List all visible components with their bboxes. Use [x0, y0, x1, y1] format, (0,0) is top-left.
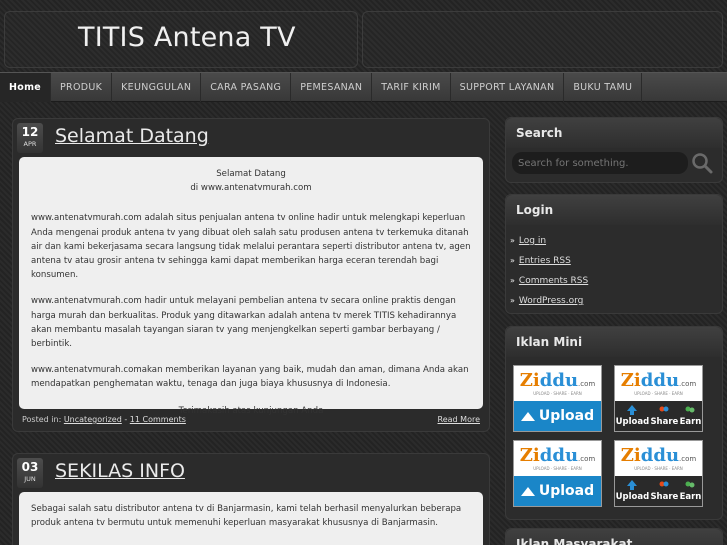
- nav-item-pemesanan[interactable]: PEMESANAN: [291, 73, 373, 102]
- ziddu-logo: Ziddu.com UPLOAD · SHARE · EARN: [519, 445, 596, 471]
- meta-separator: -: [121, 415, 130, 424]
- banner-upload-bar: Upload: [514, 401, 601, 431]
- wordpress-org-link[interactable]: WordPress.org: [519, 296, 583, 306]
- login-widget: Login » Log in » Entries RSS » Comments RSS…: [505, 194, 723, 314]
- post-meta: Posted in: Uncategorized - 11 Comments: [22, 409, 186, 431]
- banner-action-bar: Upload Share Earn: [615, 476, 702, 506]
- bullet-icon: »: [510, 236, 515, 245]
- bullet-icon: »: [510, 296, 515, 305]
- post-title-link[interactable]: Selamat Datang: [55, 125, 209, 147]
- post-greeting-site: di www.antenatvmurah.com: [190, 183, 312, 194]
- iklan-mini-title: Iklan Mini: [506, 327, 722, 357]
- post-selamat-datang: 12 APR Selamat Datang Selamat Datang di …: [12, 118, 490, 432]
- nav-item-buku-tamu[interactable]: BUKU TAMU: [564, 73, 643, 102]
- search-form: [506, 148, 722, 182]
- upload-icon: [627, 405, 638, 415]
- share-icon: [659, 406, 669, 412]
- nav-item-tarif-kirim[interactable]: TARIF KIRIM: [372, 73, 451, 102]
- share-icon: [659, 481, 669, 487]
- ziddu-share-banner[interactable]: Ziddu.com UPLOAD · SHARE · EARN Upload S…: [614, 440, 703, 507]
- post-date: 03 JUN: [17, 458, 43, 488]
- site-title[interactable]: TITIS Antena TV: [78, 22, 296, 53]
- bullet-icon: »: [510, 256, 515, 265]
- entries-rss-link[interactable]: Entries RSS: [519, 256, 571, 266]
- search-widget-title: Search: [506, 118, 722, 148]
- post-header: 03 JUN SEKILAS INFO: [13, 454, 489, 492]
- nav-item-support-layanan[interactable]: SUPPORT LAYANAN: [451, 73, 565, 102]
- earn-icon: [685, 406, 695, 413]
- comments-rss-link[interactable]: Comments RSS: [519, 276, 588, 286]
- post-title-link[interactable]: SEKILAS INFO: [55, 460, 185, 482]
- list-item: » WordPress.org: [510, 291, 722, 311]
- post-content: Sebagai salah satu distributor antena tv…: [19, 492, 483, 545]
- posted-in-label: Posted in:: [22, 415, 62, 424]
- category-link[interactable]: Uncategorized: [64, 415, 122, 424]
- post-date: 12 APR: [17, 123, 43, 153]
- iklan-masyarakat-title: Iklan Masyarakat: [506, 529, 722, 545]
- post-content: Selamat Datang di www.antenatvmurah.com …: [19, 157, 483, 416]
- banner-upload-bar: Upload: [514, 476, 601, 506]
- login-links: » Log in » Entries RSS » Comments RSS » Word…: [506, 225, 722, 315]
- post-paragraph: www.antenatvmurah.com adalah situs penju…: [31, 213, 471, 281]
- search-input[interactable]: [512, 152, 688, 174]
- list-item: » Log in: [510, 231, 722, 251]
- read-more-link[interactable]: Read More: [438, 409, 480, 431]
- post-date-month: JUN: [24, 475, 36, 483]
- post-date-month: APR: [23, 140, 37, 148]
- list-item: » Entries RSS: [510, 251, 722, 271]
- ziddu-upload-banner[interactable]: Ziddu.com UPLOAD · SHARE · EARN Upload: [513, 365, 602, 432]
- post-greeting: Selamat Datang: [216, 169, 286, 179]
- post-date-day: 12: [21, 125, 39, 139]
- ziddu-share-banner[interactable]: Ziddu.com UPLOAD · SHARE · EARN Upload S…: [614, 365, 703, 432]
- iklan-mini-widget: Iklan Mini Ziddu.com UPLOAD · SHARE · EA…: [505, 326, 723, 520]
- search-icon[interactable]: [690, 151, 714, 175]
- nav-item-home[interactable]: Home: [0, 73, 52, 102]
- log-in-link[interactable]: Log in: [519, 236, 546, 246]
- list-item: » Comments RSS: [510, 271, 722, 291]
- banner-action-bar: Upload Share Earn: [615, 401, 702, 431]
- earn-icon: [685, 481, 695, 488]
- post-date-day: 03: [21, 460, 39, 474]
- post-paragraph: www.antenatvmurah.com hadir untuk melaya…: [31, 296, 457, 350]
- post-paragraph: www.antenatvmurah.comakan memberikan lay…: [31, 365, 469, 390]
- ziddu-logo: Ziddu.com UPLOAD · SHARE · EARN: [620, 445, 697, 471]
- post-paragraph: Sebagai salah satu distributor antena tv…: [31, 504, 462, 529]
- main-nav: Home PRODUK KEUNGGULAN CARA PASANG PEMES…: [0, 72, 727, 102]
- post-sekilas-info: 03 JUN SEKILAS INFO Sebagai salah satu d…: [12, 453, 490, 545]
- ziddu-upload-banner[interactable]: Ziddu.com UPLOAD · SHARE · EARN Upload: [513, 440, 602, 507]
- ziddu-logo: Ziddu.com UPLOAD · SHARE · EARN: [519, 370, 596, 396]
- upload-icon: [627, 480, 638, 490]
- header-right-panel: [362, 11, 723, 68]
- bullet-icon: »: [510, 276, 515, 285]
- ziddu-logo: Ziddu.com UPLOAD · SHARE · EARN: [620, 370, 697, 396]
- iklan-masyarakat-widget: Iklan Masyarakat: [505, 528, 723, 545]
- upload-arrow-icon: [520, 486, 535, 496]
- search-widget: Search: [505, 117, 723, 183]
- nav-item-cara-pasang[interactable]: CARA PASANG: [201, 73, 292, 102]
- login-widget-title: Login: [506, 195, 722, 225]
- nav-item-keunggulan[interactable]: KEUNGGULAN: [112, 73, 202, 102]
- upload-arrow-icon: [520, 411, 535, 421]
- comments-link[interactable]: 11 Comments: [130, 415, 186, 424]
- nav-item-produk[interactable]: PRODUK: [51, 73, 113, 102]
- post-header: 12 APR Selamat Datang: [13, 119, 489, 157]
